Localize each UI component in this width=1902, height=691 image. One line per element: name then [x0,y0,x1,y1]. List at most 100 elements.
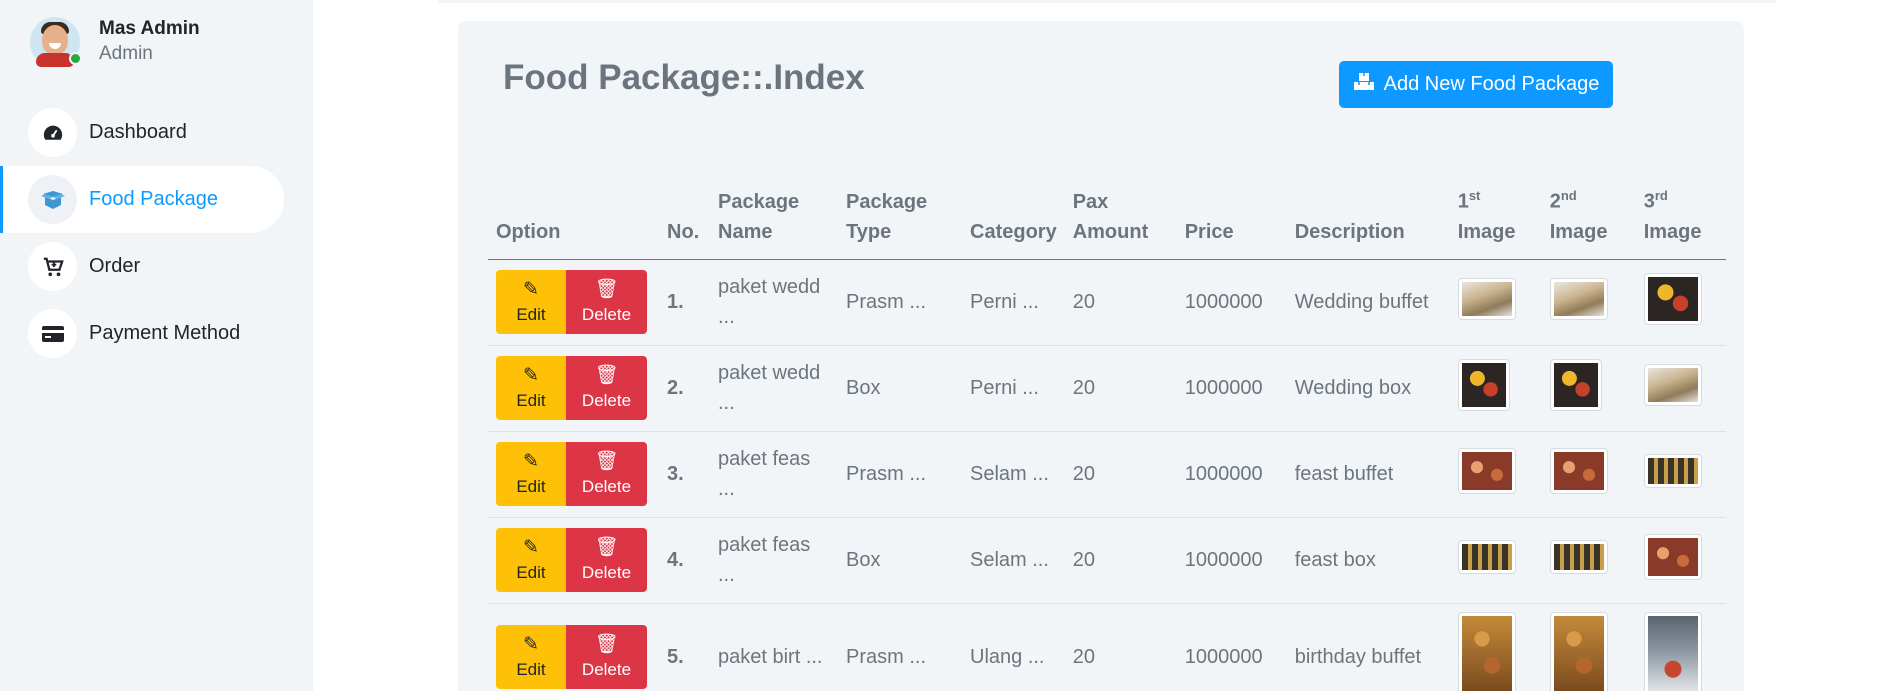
option-cell: ✎ Edit 🗑 Delete [488,345,659,432]
description: Wedding buffet [1286,259,1450,346]
food-image-thumbnail[interactable] [1549,448,1608,495]
package-name: paket feas ... [710,517,838,604]
food-image-thumbnail[interactable] [1549,540,1608,575]
edit-icon: ✎ [523,634,539,656]
package-name: paket feas ... [710,431,838,518]
edit-button[interactable]: ✎ Edit [496,528,566,593]
delete-button[interactable]: 🗑 Delete [566,528,647,593]
food-image-thumbnail[interactable] [1643,273,1702,326]
food-image-thumbnail[interactable] [1643,534,1702,581]
sidebar-item-food-package[interactable]: Food Package [0,166,284,233]
food-image-thumbnail[interactable] [1549,612,1608,691]
edit-button[interactable]: ✎ Edit [496,356,566,421]
edit-icon: ✎ [523,365,539,387]
add-button-label: Add New Food Package [1383,73,1600,95]
cart-icon [28,242,77,291]
food-image-thumbnail[interactable] [1643,612,1702,691]
header-first-image: 1st Image [1449,181,1542,260]
food-image-thumbnail[interactable] [1549,278,1608,321]
table-row: ✎ Edit 🗑 Delete 1. paket wedd ... Prasm ..… [488,259,1726,346]
delete-button[interactable]: 🗑 Delete [566,442,647,507]
delete-button[interactable]: 🗑 Delete [566,270,647,335]
sidebar-item-payment-method[interactable]: Payment Method [0,300,284,367]
edit-button[interactable]: ✎ Edit [496,442,566,507]
online-status-indicator [69,52,82,65]
category: Perni ... [962,345,1065,432]
header-description: Description [1286,181,1450,260]
category: Selam ... [962,431,1065,518]
header-category: Category [962,181,1065,260]
boxes-icon [1353,72,1375,98]
table-row: ✎ Edit 🗑 Delete 2. paket wedd ... Box Pern… [488,345,1726,432]
table-row: ✎ Edit 🗑 Delete 4. paket feas ... Box Sela… [488,517,1726,604]
food-package-table: Option No. Package Name Package Type Categ… [488,181,1726,691]
food-image-thumbnail[interactable] [1457,359,1510,412]
user-role: Admin [99,43,153,64]
price: 1000000 [1176,517,1287,604]
edit-button[interactable]: ✎ Edit [496,625,566,690]
header-price: Price [1176,181,1287,260]
food-image-thumbnail[interactable] [1643,454,1702,489]
pax-amount: 20 [1064,259,1177,346]
sidebar-item-dashboard[interactable]: Dashboard [0,99,284,166]
food-image-thumbnail[interactable] [1457,540,1516,575]
trash-icon: 🗑 [594,279,619,301]
sidebar-item-label: Dashboard [89,121,187,143]
add-food-package-button[interactable]: Add New Food Package [1339,61,1613,108]
sidebar-nav: Dashboard Food Package Order Payment Met… [0,99,313,367]
option-cell: ✎ Edit 🗑 Delete [488,603,659,691]
price: 1000000 [1176,431,1287,518]
price: 1000000 [1176,345,1287,432]
header-option: Option [488,181,659,260]
food-image-thumbnail[interactable] [1457,448,1516,495]
option-cell: ✎ Edit 🗑 Delete [488,431,659,518]
food-image-thumbnail[interactable] [1549,359,1602,412]
header-no: No. [659,181,710,260]
sidebar-item-label: Payment Method [89,322,241,344]
header-second-image: 2nd Image [1541,181,1636,260]
category: Ulang ... [970,645,1045,668]
header-package-type: Package Type [838,181,962,260]
category: Selam ... [962,517,1065,604]
option-cell: ✎ Edit 🗑 Delete [488,259,659,346]
sidebar-item-label: Order [89,255,141,277]
package-name: paket birt ... [718,645,823,668]
user-name: Mas Admin [99,18,200,39]
price: 1000000 [1176,259,1287,346]
user-profile: Mas Admin Admin [30,17,200,67]
package-type: Box [838,345,962,432]
sidebar-item-order[interactable]: Order [0,233,284,300]
edit-icon: ✎ [523,537,539,559]
edit-button[interactable]: ✎ Edit [496,270,566,335]
trash-icon: 🗑 [594,451,619,473]
header-third-image: 3rd Image [1635,181,1726,260]
pax-amount: 20 [1072,645,1095,668]
description: feast box [1286,517,1450,604]
pax-amount: 20 [1064,517,1177,604]
top-border [438,0,1776,3]
trash-icon: 🗑 [594,634,619,656]
edit-icon: ✎ [523,279,539,301]
main-card: Food Package::.Index Add New Food Packag… [458,21,1744,691]
delete-button[interactable]: 🗑 Delete [566,625,647,690]
table-row: ✎ Edit 🗑 Delete 5. paket birt ... Prasm ..… [488,603,1726,691]
delete-button[interactable]: 🗑 Delete [566,356,647,421]
pax-amount: 20 [1064,345,1177,432]
row-number: 2. [659,345,710,432]
trash-icon: 🗑 [594,537,619,559]
package-name: paket wedd ... [710,259,838,346]
row-number: 4. [659,517,710,604]
category: Perni ... [962,259,1065,346]
table-row: ✎ Edit 🗑 Delete 3. paket feas ... Prasm ..… [488,431,1726,518]
food-image-thumbnail[interactable] [1457,612,1516,691]
description: birthday buffet [1294,645,1422,668]
food-image-thumbnail[interactable] [1643,364,1702,407]
package-type: Box [838,517,962,604]
package-name: paket wedd ... [710,345,838,432]
header-pax-amount: Pax Amount [1064,181,1177,260]
description: feast buffet [1286,431,1450,518]
food-image-thumbnail[interactable] [1457,278,1516,321]
trash-icon: 🗑 [594,365,619,387]
price: 1000000 [1184,645,1263,668]
package-type: Prasm ... [838,259,962,346]
